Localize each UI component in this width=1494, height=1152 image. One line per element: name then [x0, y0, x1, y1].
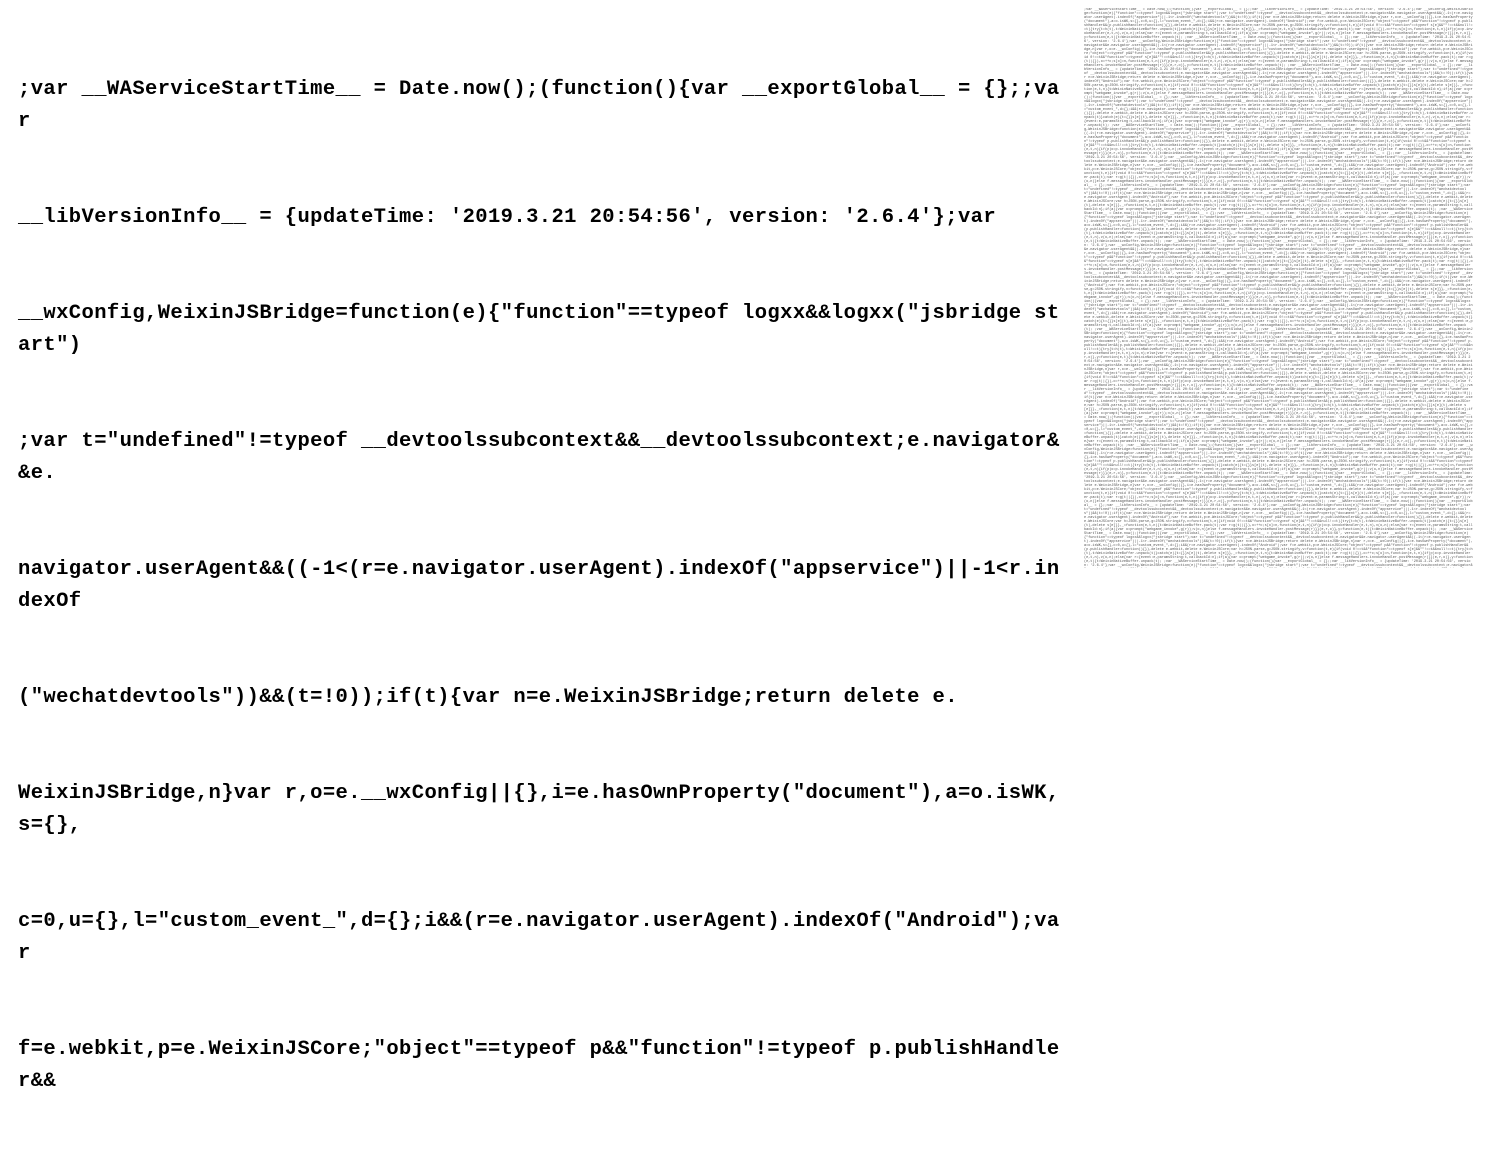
- code-line: WeixinJSBridge,n}var r,o=e.__wxConfig||{…: [18, 778, 1072, 842]
- code-line: navigator.userAgent&&((-1<(r=e.navigator…: [18, 554, 1072, 618]
- code-line: ;var t="undefined"!=typeof __devtoolssub…: [18, 426, 1072, 490]
- code-line: __wxConfig,WeixinJSBridge=function(e){"f…: [18, 298, 1072, 362]
- code-line: f=e.webkit,p=e.WeixinJSCore;"object"==ty…: [18, 1034, 1072, 1098]
- code-block-minimap: ;var __WAServiceStartTime__ = Date.now()…: [1084, 8, 1474, 568]
- code-block-main: ;var __WAServiceStartTime__ = Date.now()…: [18, 10, 1072, 1152]
- code-line: __libVersionInfo__ = {updateTime: '2019.…: [18, 202, 1072, 234]
- code-line: ;var __WAServiceStartTime__ = Date.now()…: [18, 74, 1072, 138]
- code-line: c=0,u={},l="custom_event_",d={};i&&(r=e.…: [18, 906, 1072, 970]
- code-line: ("wechatdevtools"))&&(t=!0));if(t){var n…: [18, 682, 1072, 714]
